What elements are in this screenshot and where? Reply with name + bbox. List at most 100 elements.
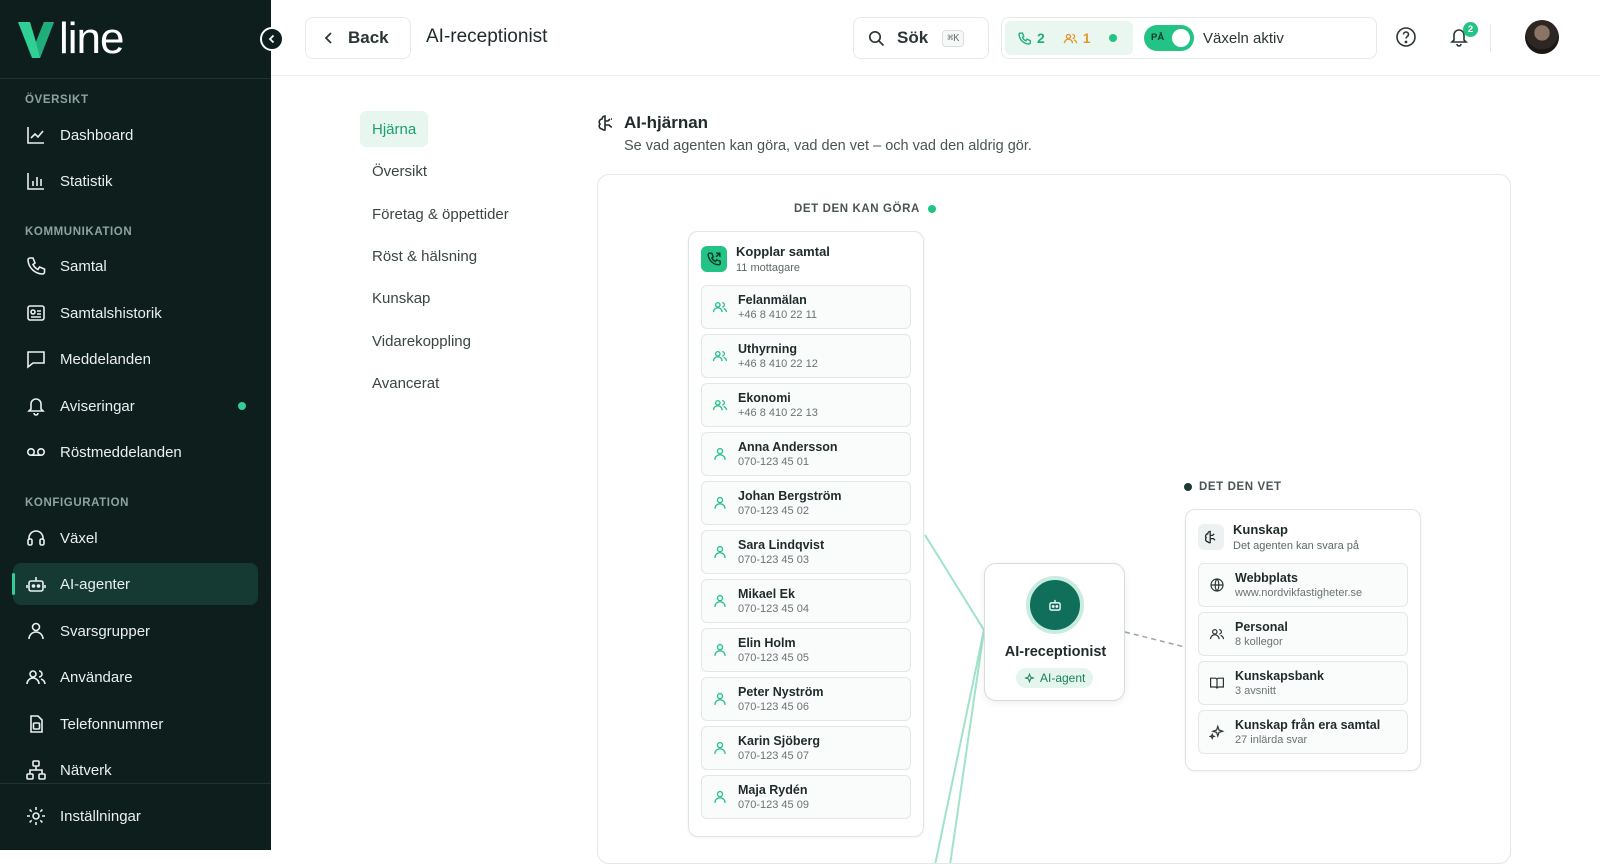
sidebar: line ÖVERSIKT Dashboard Statistik KOMMUN… [0, 0, 271, 850]
card-subtitle: Det agenten kan svara på [1233, 540, 1359, 552]
user-avatar[interactable] [1525, 20, 1559, 54]
sidebar-item-svarsgrupper[interactable]: Svarsgrupper [13, 610, 258, 652]
subnav-hjarna[interactable]: Hjärna [360, 111, 429, 147]
sidebar-item-aviseringar[interactable]: Aviseringar [13, 385, 258, 427]
sidebar-item-dashboard[interactable]: Dashboard [13, 114, 258, 156]
users-icon [26, 670, 46, 685]
back-button[interactable]: Back [305, 17, 411, 59]
agent-tag-label: AI-agent [1040, 671, 1086, 685]
chevron-left-icon [324, 32, 332, 44]
subnav-oversikt[interactable]: Översikt [360, 153, 439, 189]
recipient-name: Uthyrning [738, 342, 798, 356]
person-icon [714, 447, 726, 460]
recipient-name: Maja Rydén [738, 783, 808, 797]
knowledge-source-row[interactable]: Kunskapsbank 3 avsnitt [1198, 661, 1408, 705]
sidebar-item-meddelanden[interactable]: Meddelanden [13, 338, 258, 380]
sidebar-item-anvandare[interactable]: Användare [13, 656, 258, 698]
recipient-row[interactable]: Elin Holm 070-123 45 05 [701, 628, 911, 672]
recipient-row[interactable]: Johan Bergström 070-123 45 02 [701, 481, 911, 525]
switchboard-toggle[interactable]: PÅ [1144, 25, 1194, 51]
knowledge-source-row[interactable]: Webbplats www.nordvikfastigheter.se [1198, 563, 1408, 607]
sidebar-item-rostmeddelanden[interactable]: Röstmeddelanden [13, 431, 258, 473]
live-status-dot [1108, 34, 1117, 42]
recipient-row[interactable]: Ekonomi +46 8 410 22 13 [701, 383, 911, 427]
card-title: Kunskap [1233, 522, 1288, 537]
group-icon [712, 301, 728, 313]
recipient-name: Mikael Ek [738, 587, 795, 601]
agent-node[interactable]: AI-receptionist AI-agent [984, 563, 1125, 701]
back-label: Back [348, 28, 389, 47]
sparkle-icon [1209, 724, 1225, 740]
subnav-rost-halsning[interactable]: Röst & hälsning [360, 238, 489, 274]
user-icon [28, 622, 44, 640]
sidebar-item-installningar[interactable]: Inställningar [13, 795, 258, 837]
status-dot [1184, 483, 1192, 491]
toggle-text: PÅ [1151, 32, 1165, 43]
call-history-icon [27, 305, 45, 321]
subnav-kunskap[interactable]: Kunskap [360, 280, 442, 316]
recipient-row[interactable]: Uthyrning +46 8 410 22 12 [701, 334, 911, 378]
sidebar-item-label: Inställningar [60, 807, 141, 825]
knowledge-source-row[interactable]: Kunskap från era samtal 27 inlärda svar [1198, 710, 1408, 754]
recipient-number: 070-123 45 05 [738, 652, 809, 664]
recipient-name: Peter Nyström [738, 685, 824, 699]
sidebar-item-vaxel[interactable]: Växel [13, 517, 258, 559]
agent-orb [1026, 576, 1084, 634]
topbar: Back AI-receptionist Sök ⌘K 2 1 PÅ Växel… [271, 0, 1600, 76]
live-counters[interactable]: 2 1 [1005, 21, 1133, 55]
sidebar-item-label: Dashboard [60, 126, 134, 144]
recipient-row[interactable]: Peter Nyström 070-123 45 06 [701, 677, 911, 721]
message-icon [27, 351, 45, 369]
subnav-vidarekoppling[interactable]: Vidarekoppling [360, 323, 483, 359]
recipient-row[interactable]: Karin Sjöberg 070-123 45 07 [701, 726, 911, 770]
knowledge-card-header: Kunskap Det agenten kan svara på [1198, 522, 1359, 552]
help-icon[interactable] [1395, 26, 1417, 48]
recipient-row[interactable]: Mikael Ek 070-123 45 04 [701, 579, 911, 623]
sidebar-item-ai-agenter[interactable]: AI-agenter [12, 563, 258, 605]
source-subtitle: 3 avsnitt [1235, 685, 1276, 697]
content-title: AI-hjärnan [624, 113, 709, 132]
phone-icon [27, 257, 46, 275]
knows-label: DET DEN VET [1184, 481, 1282, 493]
source-title: Kunskapsbank [1235, 669, 1324, 683]
bell-icon [27, 398, 45, 416]
unread-dot [238, 402, 246, 410]
brand-logo[interactable]: line [16, 16, 124, 62]
bar-chart-icon [27, 173, 44, 190]
knowledge-source-row[interactable]: Personal 8 kollegor [1198, 612, 1408, 656]
voicemail-icon [26, 448, 46, 457]
recipient-row[interactable]: Maja Rydén 070-123 45 09 [701, 775, 911, 819]
sidebar-item-samtal[interactable]: Samtal [13, 245, 258, 287]
logo-text: line [59, 14, 124, 63]
subnav-avancerat[interactable]: Avancerat [360, 365, 451, 401]
sidebar-item-label: Samtal [60, 257, 107, 275]
person-icon [714, 594, 726, 607]
section-label-kommunikation: KOMMUNIKATION [25, 226, 133, 238]
recipient-number: 070-123 45 09 [738, 799, 809, 811]
group-icon [1209, 629, 1225, 640]
search-button[interactable]: Sök ⌘K [853, 17, 989, 59]
recipient-row[interactable]: Sara Lindqvist 070-123 45 03 [701, 530, 911, 574]
recipient-row[interactable]: Anna Andersson 070-123 45 01 [701, 432, 911, 476]
sim-icon [30, 715, 43, 733]
sidebar-item-label: Nätverk [60, 761, 112, 779]
sidebar-item-statistik[interactable]: Statistik [13, 160, 258, 202]
subnav-foretag-oppettider[interactable]: Företag & öppettider [360, 196, 521, 232]
recipient-number: +46 8 410 22 11 [738, 309, 818, 321]
collapse-sidebar-button[interactable] [260, 27, 284, 51]
gear-icon [27, 807, 45, 825]
content-subtitle: Se vad agenten kan göra, vad den vet – o… [624, 138, 1032, 154]
recipient-number: 070-123 45 03 [738, 554, 809, 566]
brain-icon [1198, 524, 1224, 550]
sidebar-item-samtalshistorik[interactable]: Samtalshistorik [13, 292, 258, 334]
can-do-label: DET DEN KAN GÖRA [794, 203, 936, 215]
recipient-name: Elin Holm [738, 636, 796, 650]
agent-name: AI-receptionist [1004, 644, 1107, 660]
switchboard-status: 2 1 PÅ Växeln aktiv [1001, 17, 1377, 59]
globe-icon [1210, 578, 1224, 592]
recipient-row[interactable]: Felanmälan +46 8 410 22 11 [701, 285, 911, 329]
sidebar-item-telefonnummer[interactable]: Telefonnummer [13, 703, 258, 745]
sidebar-item-natverk[interactable]: Nätverk [13, 749, 258, 791]
group-icon [712, 350, 728, 362]
topbar-separator [1490, 24, 1491, 52]
